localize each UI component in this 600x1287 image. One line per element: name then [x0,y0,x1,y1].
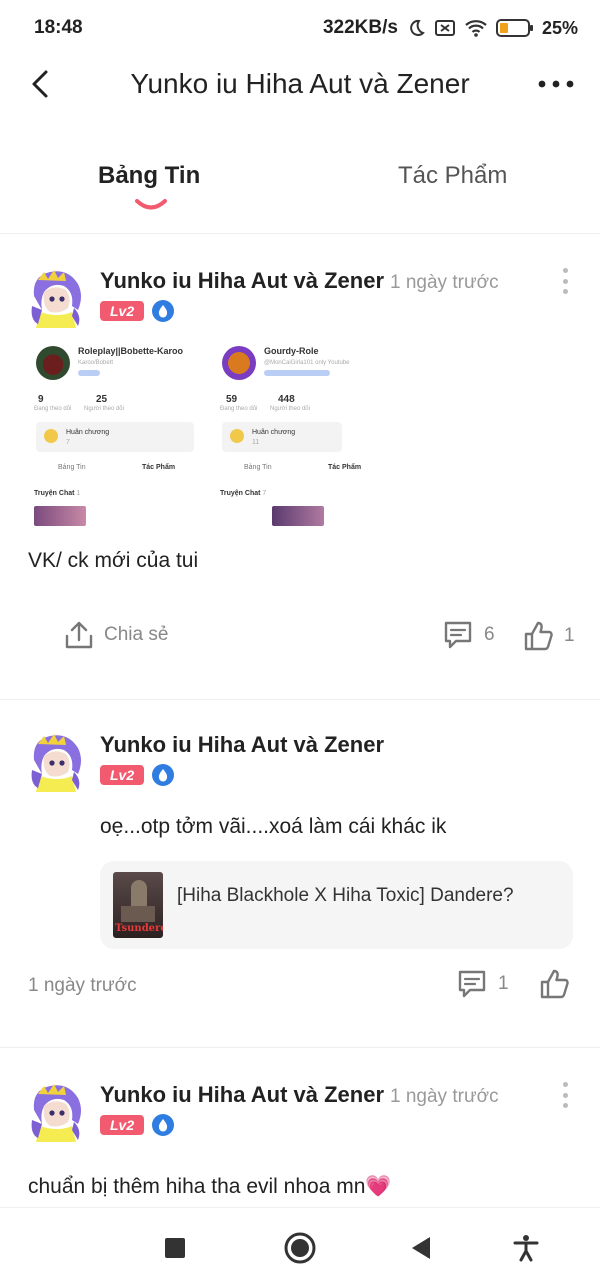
comment-count: 6 [484,624,495,645]
mini-sub: Karoo/Bobett [78,360,114,366]
mini-following-label: Đang theo dõi [34,406,72,412]
comment-icon [458,970,486,998]
mini-sub: @MonCaiGirla101 only Youtube [264,360,350,366]
profile-screenshot-right: Gourdy-Role @MonCaiGirla101 only Youtube… [214,330,384,526]
share-label: Chia sẻ [104,624,169,645]
comment-button[interactable]: 1 [456,969,509,999]
level-badge: Lv2 [100,1115,145,1135]
linked-work-thumbnail: Tsundere? [113,872,163,938]
network-speed: 322KB/s [322,17,398,38]
post-menu-button[interactable] [560,268,570,294]
comment-count: 1 [498,973,509,994]
mini-following: 59 [226,394,238,405]
recent-apps-button[interactable] [157,1230,193,1266]
drop-badge-icon [152,300,175,322]
badges: Lv2 [100,1114,175,1136]
mini-chat-count: 7 [262,490,267,497]
battery-icon [495,18,534,38]
wifi-icon [464,18,488,38]
level-badge: Lv2 [100,765,145,785]
mini-chat-count: 1 [76,490,81,497]
mini-tab2: Tác Phẩm [142,464,176,471]
app-header: Yunko iu Hiha Aut và Zener [0,56,600,112]
drop-badge-icon [152,1114,175,1136]
status-icons: 322KB/s 25% [323,17,578,39]
mini-tab1: Bảng Tin [58,464,86,471]
comment-button[interactable]: 6 [442,620,495,650]
moon-icon [406,18,426,38]
linked-work-title: [Hiha Blackhole X Hiha Toxic] Dandere? [177,885,514,906]
profile-screenshot-left: Roleplay||Bobette-Karoo Karoo/Bobett 9 Đ… [28,330,198,526]
like-icon [540,969,569,999]
level-badge: Lv2 [100,301,145,321]
share-button[interactable]: Chia sẻ [64,620,168,650]
mini-medal: Huân chương [252,429,296,436]
mini-name: Roleplay||Bobette-Karoo [78,346,184,356]
back-button[interactable] [22,66,58,102]
active-tab-indicator [135,199,167,210]
author-name[interactable]: Yunko iu Hiha Aut và Zener 1 ngày trước [100,1082,499,1108]
home-button[interactable] [282,1230,318,1266]
tab-works[interactable]: Tác Phẩm [398,162,507,190]
back-icon [32,70,48,98]
share-icon [65,621,93,649]
accessibility-button[interactable] [508,1230,544,1266]
like-button[interactable]: 1 [522,620,575,652]
like-count: 1 [564,625,575,646]
recent-apps-icon [165,1238,185,1258]
mini-chat: Truyện Chat [34,490,75,497]
home-icon [284,1232,316,1264]
mini-name: Gourdy-Role [264,346,319,356]
status-bar: 18:48 322KB/s 25% [0,0,600,56]
post-text: VK/ ck mới của tui [28,549,199,572]
like-icon [524,621,553,651]
battery-level: 25% [541,17,578,38]
mini-following-label: Đang theo dõi [220,406,258,412]
mini-tab1: Bảng Tin [244,464,272,471]
system-nav-bar [0,1207,600,1287]
post-time: 1 ngày trước [390,272,499,293]
badges: Lv2 [100,764,175,786]
mini-followers-label: Người theo dõi [270,406,310,412]
post-text: oẹ...otp tởm vãi....xoá làm cái khác ik [100,815,447,838]
tab-bar: Bảng Tin Tác Phẩm [0,150,600,234]
more-icon [538,80,574,88]
accessibility-icon [513,1235,539,1262]
avatar[interactable] [28,730,84,794]
author-name-text: Yunko iu Hiha Aut và Zener [100,1082,385,1107]
mini-chat: Truyện Chat [220,490,261,497]
back-nav-icon [412,1237,430,1259]
sim-off-icon [434,18,456,38]
mini-tab2: Tác Phẩm [328,464,362,471]
mini-followers-label: Người theo dõi [84,406,124,412]
mini-followers: 25 [96,394,108,405]
thumbnail-caption: Tsundere? [115,923,163,934]
page-title: Yunko iu Hiha Aut và Zener [130,68,470,99]
author-name[interactable]: Yunko iu Hiha Aut và Zener 1 ngày trước [100,268,499,294]
mini-medal-count: 11 [252,439,260,446]
post-image[interactable]: Roleplay||Bobette-Karoo Karoo/Bobett 9 Đ… [28,330,388,526]
drop-badge-icon [152,764,175,786]
like-button[interactable] [538,968,570,1000]
mini-followers: 448 [278,394,295,405]
status-time: 18:48 [34,17,83,38]
avatar[interactable] [28,1080,84,1144]
back-nav-button[interactable] [403,1230,439,1266]
linked-work-card[interactable]: Tsundere? [Hiha Blackhole X Hiha Toxic] … [100,861,573,949]
tab-feed[interactable]: Bảng Tin [98,162,200,190]
author-name[interactable]: Yunko iu Hiha Aut và Zener [100,732,384,758]
mini-following: 9 [38,394,44,405]
more-button[interactable] [536,68,576,100]
badges: Lv2 [100,300,175,322]
post-menu-button[interactable] [560,1082,570,1108]
mini-medal-count: 7 [66,439,70,446]
avatar[interactable] [28,266,84,330]
mini-medal: Huân chương [66,429,110,436]
post-time: 1 ngày trước [390,1086,499,1107]
post-time: 1 ngày trước [28,975,137,996]
comment-icon [444,621,472,649]
post-text: chuẩn bị thêm hiha tha evil nhoa mn💗 [28,1175,392,1198]
author-name-text: Yunko iu Hiha Aut và Zener [100,268,385,293]
